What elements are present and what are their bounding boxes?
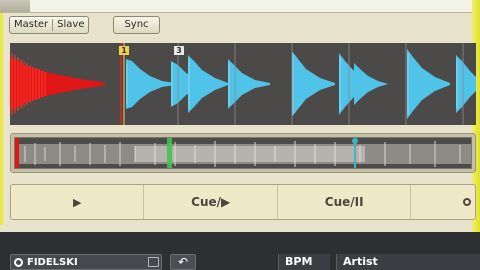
track-overview[interactable]	[10, 133, 476, 173]
play-button[interactable]: ▶	[11, 185, 145, 219]
cue-pause-button[interactable]: Cue/II	[278, 185, 412, 219]
overview-waveform[interactable]	[14, 137, 472, 169]
cue-marker-1[interactable]: 1	[119, 46, 129, 55]
search-input[interactable]: FIDELSKI	[27, 257, 78, 268]
overview-svg	[15, 138, 471, 168]
undo-icon: ↶	[177, 255, 189, 269]
loop-icon	[463, 198, 472, 206]
search-dropdown-icon[interactable]	[148, 257, 159, 267]
window-corner	[0, 0, 30, 12]
played-waveform	[10, 53, 105, 115]
waveform-svg	[10, 43, 476, 125]
undo-button[interactable]: ↶	[170, 254, 196, 270]
column-header-bpm[interactable]: BPM	[278, 254, 330, 270]
transport-controls: ▶ Cue/▶ Cue/II	[10, 184, 476, 220]
play-icon: ▶	[73, 195, 82, 209]
title-bar	[0, 0, 480, 13]
column-header-artist[interactable]: Artist	[336, 254, 480, 270]
search-icon	[14, 257, 23, 267]
sync-button[interactable]: Sync	[113, 16, 160, 34]
cue-marker-2[interactable]: 3	[174, 46, 184, 55]
zoomed-waveform[interactable]: 1 3	[10, 43, 476, 125]
cue-play-button[interactable]: Cue/▶	[144, 185, 278, 219]
extra-transport-button[interactable]	[411, 185, 475, 219]
master-button[interactable]: Master	[10, 17, 52, 33]
slave-button[interactable]: Slave	[53, 17, 88, 33]
master-slave-toggle[interactable]: Master Slave	[9, 16, 90, 34]
browser-panel: FIDELSKI ↶ BPM Artist	[0, 232, 480, 270]
search-field[interactable]: FIDELSKI	[10, 254, 162, 270]
